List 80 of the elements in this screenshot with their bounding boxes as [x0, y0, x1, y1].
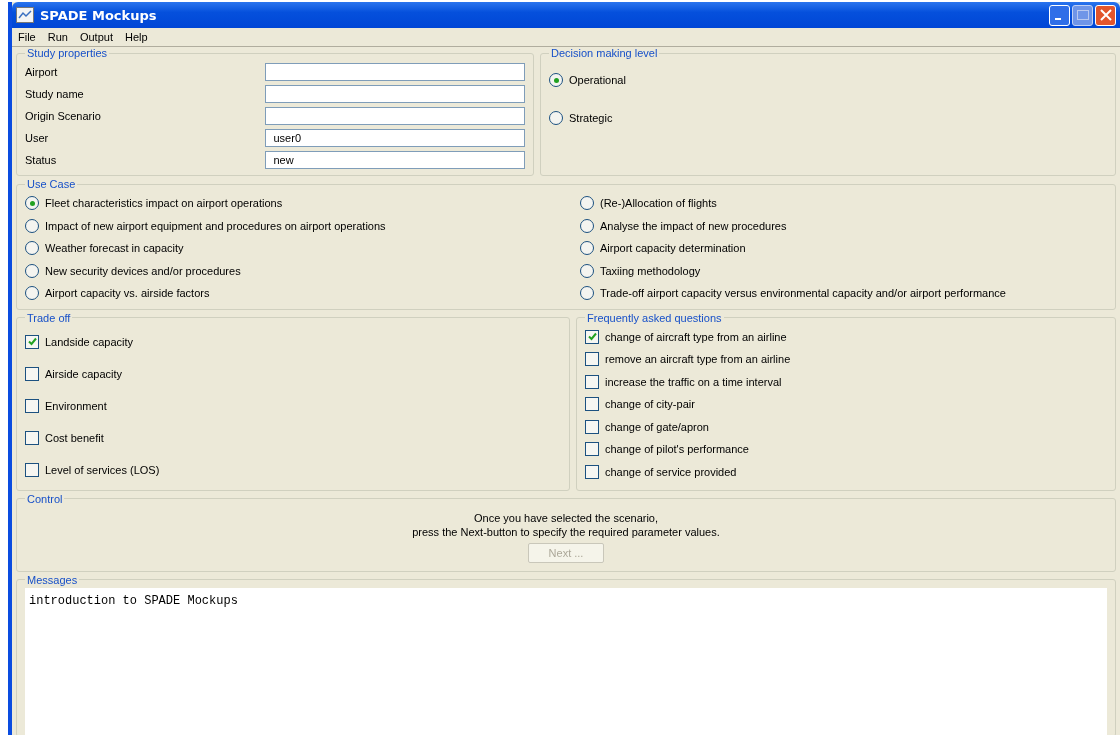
message-text: introduction to SPADE Mockups — [29, 593, 238, 608]
radio-button[interactable] — [549, 111, 563, 125]
checkbox-label: increase the traffic on a time interval — [605, 375, 782, 388]
group-title: Decision making level — [550, 47, 659, 59]
checkbox[interactable] — [585, 397, 599, 412]
group-title: Study properties — [26, 47, 109, 59]
option-label: Strategic — [569, 112, 613, 124]
radio-button[interactable] — [25, 263, 39, 278]
menu-item[interactable]: Output — [79, 31, 113, 43]
checkbox-label: change of service provided — [605, 465, 737, 478]
app-icon — [16, 7, 34, 23]
checkbox[interactable] — [585, 352, 599, 367]
checkbox-label: Level of services (LOS) — [45, 463, 160, 476]
option-label: Analyse the impact of new procedures — [600, 219, 787, 232]
checkbox[interactable] — [25, 462, 39, 477]
option-label: Airport capacity vs. airside factors — [45, 287, 210, 300]
checkbox[interactable] — [25, 398, 39, 413]
option-label: Weather forecast in capacity — [45, 242, 184, 255]
field-label: Origin Scenario — [25, 110, 102, 122]
group-title: Control — [26, 492, 64, 505]
option-label: Airport capacity determination — [600, 242, 746, 255]
window-title: SPADE Mockups — [40, 7, 157, 23]
radio-button[interactable] — [580, 241, 594, 256]
radio-button[interactable] — [25, 196, 39, 211]
radio-button[interactable] — [25, 241, 39, 256]
option-label: New security devices and/or procedures — [45, 264, 241, 277]
checkbox-label: remove an aircraft type from an airline — [605, 353, 791, 366]
checkbox[interactable] — [585, 442, 599, 457]
option-label: (Re-)Allocation of flights — [600, 197, 717, 210]
checkbox[interactable] — [25, 430, 39, 445]
radio-button[interactable] — [580, 263, 594, 278]
option-label: Fleet characteristics impact on airport operations — [45, 197, 283, 210]
option-label: Impact of new airport equipment and procedures on airport operations — [45, 219, 386, 232]
checkbox[interactable] — [585, 419, 599, 434]
group-title: Messages — [26, 573, 79, 586]
menu-item[interactable]: File — [18, 31, 36, 43]
field-label: Status — [25, 154, 58, 166]
radio-button[interactable] — [25, 218, 39, 233]
radio-button[interactable] — [580, 218, 594, 233]
menu-item[interactable]: Help — [124, 31, 148, 43]
option-label: Operational — [569, 74, 626, 86]
maximize-button[interactable] — [1072, 4, 1093, 26]
input-field[interactable] — [264, 85, 525, 103]
group-title: Trade off — [26, 311, 72, 324]
checkbox[interactable] — [585, 374, 599, 389]
close-icon — [1099, 9, 1112, 21]
minimize-icon — [1055, 18, 1061, 20]
checkbox-label: Landside capacity — [45, 335, 134, 348]
option-label: Taxiing methodology — [600, 264, 701, 277]
radio-button[interactable] — [580, 286, 594, 301]
option-label: Trade-off airport capacity versus environmental capacity and/or airport performance — [600, 287, 1006, 300]
checkbox[interactable] — [585, 329, 599, 344]
radio-button[interactable] — [580, 196, 594, 211]
checkbox-label: Cost benefit — [45, 431, 104, 444]
checkbox-label: change of city-pair — [605, 398, 695, 411]
checkbox-label: change of pilot's performance — [605, 443, 749, 456]
radio-button[interactable] — [25, 286, 39, 301]
input-field[interactable] — [264, 107, 525, 125]
checkbox[interactable] — [25, 366, 39, 381]
menu-item[interactable]: Run — [47, 31, 68, 43]
input-field[interactable]: new — [264, 151, 525, 169]
group-title: Frequently asked questions — [586, 311, 723, 324]
maximize-icon — [1076, 10, 1089, 20]
field-label: Airport — [25, 66, 59, 78]
input-field[interactable]: user0 — [264, 129, 525, 147]
group-title: Use Case — [26, 178, 77, 190]
checkbox-label: Airside capacity — [45, 367, 123, 380]
checkbox-label: Environment — [45, 399, 107, 412]
checkbox-label: change of gate/apron — [605, 420, 709, 433]
field-label: Study name — [25, 88, 85, 100]
field-label: User — [25, 132, 50, 144]
checkbox[interactable] — [585, 464, 599, 479]
minimize-button[interactable] — [1049, 4, 1070, 26]
input-field[interactable] — [264, 63, 525, 81]
instruction-text: press the Next-button to specify the required parameter values. — [412, 524, 720, 539]
radio-button[interactable] — [549, 73, 563, 87]
checkbox-label: change of aircraft type from an airline — [605, 330, 787, 343]
checkbox[interactable] — [25, 334, 39, 349]
instruction-text: Once you have selected the scenario, — [473, 510, 659, 525]
close-button[interactable] — [1095, 4, 1116, 26]
